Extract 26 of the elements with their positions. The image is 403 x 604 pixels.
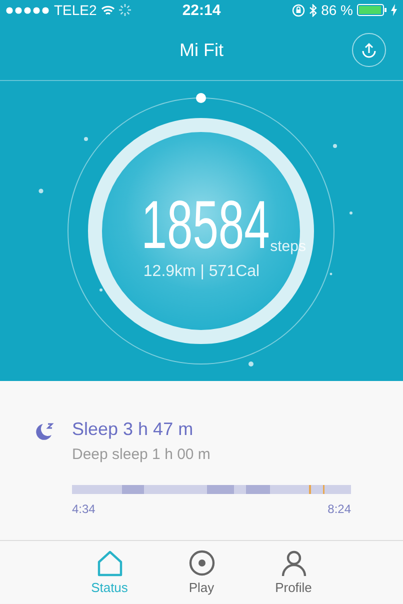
spinner-icon — [118, 4, 131, 16]
wifi-icon — [100, 4, 115, 16]
upload-icon — [360, 41, 378, 59]
end-time: 8:24 — [328, 502, 351, 516]
person-icon — [280, 549, 308, 577]
step-count: 18584 — [141, 191, 270, 259]
battery-icon — [357, 4, 387, 16]
tab-button[interactable]: Profile — [260, 549, 326, 603]
deep-sleep-duration: Deep sleep 1 h 00 m — [72, 446, 212, 463]
target-icon — [188, 549, 216, 577]
moon-icon — [34, 422, 56, 442]
bluetooth-icon — [309, 4, 318, 16]
app-title: Mi Fit — [180, 40, 224, 60]
rotation-lock-icon — [292, 4, 306, 16]
clock-time: 22:14 — [182, 2, 221, 18]
distance-calories: 12.9km | 571Cal — [143, 263, 260, 281]
charging-icon — [391, 4, 397, 16]
sleep-duration: Sleep 3 h 47 m — [72, 419, 194, 440]
start-time: 4:34 — [72, 502, 96, 516]
battery-percent: 86 % — [321, 2, 353, 18]
carrier-name: TELE2 — [54, 2, 97, 18]
upload-button[interactable] — [352, 33, 386, 67]
goal-dot — [196, 93, 206, 103]
signal-icon — [6, 6, 50, 14]
tab-button[interactable]: Play — [168, 549, 234, 603]
home-icon — [96, 549, 124, 577]
